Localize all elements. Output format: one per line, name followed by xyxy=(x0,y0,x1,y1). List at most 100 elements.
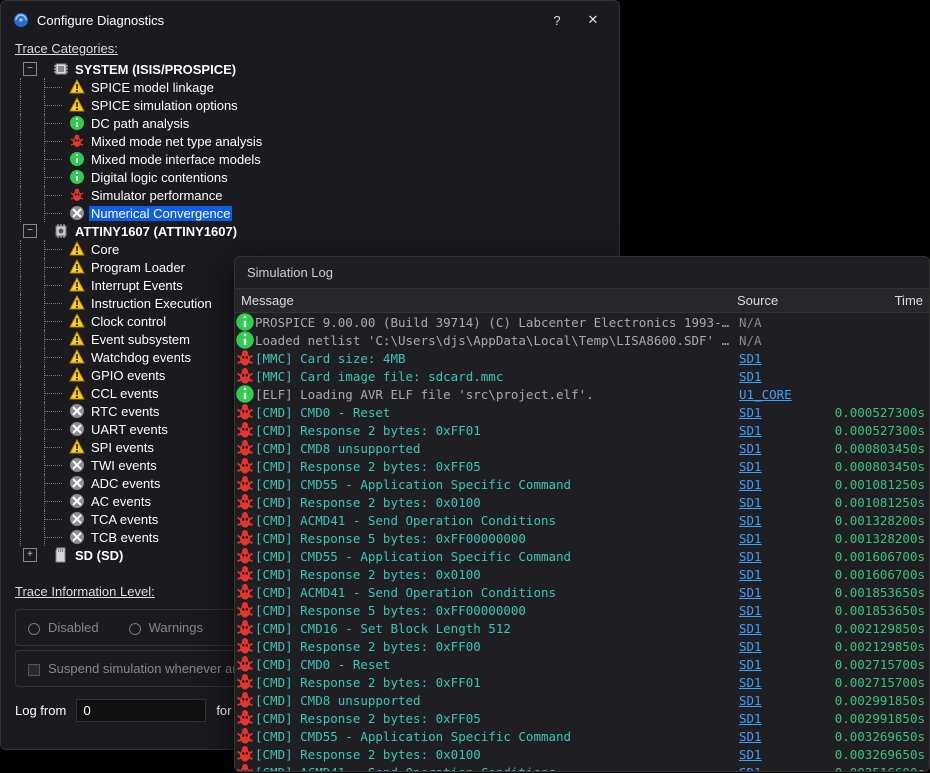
log-row[interactable]: [CMD] CMD0 - ResetSD10.000527300s xyxy=(235,403,929,421)
log-message: Loaded netlist 'C:\Users\djs\AppData\Loc… xyxy=(255,333,739,348)
tree-child[interactable]: Mixed mode net type analysis xyxy=(7,132,613,150)
log-source-link[interactable]: SD1 xyxy=(739,657,762,672)
tree-child[interactable]: SPICE simulation options xyxy=(7,96,613,114)
log-source-link[interactable]: SD1 xyxy=(739,639,762,654)
log-row[interactable]: [MMC] Card size: 4MBSD1 xyxy=(235,349,929,367)
log-time: 0.002129850s xyxy=(831,639,929,654)
log-row[interactable]: [CMD] CMD8 unsupportedSD10.000803450s xyxy=(235,439,929,457)
tree-parent[interactable]: −SYSTEM (ISIS/PROSPICE) xyxy=(7,60,613,78)
tree-child[interactable]: SPICE model linkage xyxy=(7,78,613,96)
log-source-link[interactable]: SD1 xyxy=(739,495,762,510)
log-row[interactable]: [MMC] Card image file: sdcard.mmcSD1 xyxy=(235,367,929,385)
tree-child[interactable]: Numerical Convergence xyxy=(7,204,613,222)
log-row[interactable]: [CMD] Response 5 bytes: 0xFF00000000SD10… xyxy=(235,529,929,547)
log-row[interactable]: [CMD] CMD55 - Application Specific Comma… xyxy=(235,727,929,745)
log-row[interactable]: [CMD] Response 2 bytes: 0x0100SD10.00108… xyxy=(235,493,929,511)
log-source-link[interactable]: SD1 xyxy=(739,531,762,546)
tree-child[interactable]: Simulator performance xyxy=(7,186,613,204)
log-from-label: Log from xyxy=(15,703,66,718)
log-source: SD1 xyxy=(739,675,831,690)
expand-toggle[interactable]: − xyxy=(23,224,37,238)
bug-icon xyxy=(235,456,255,476)
help-button[interactable]: ? xyxy=(543,9,571,31)
log-source-link[interactable]: SD1 xyxy=(739,693,762,708)
log-source-link[interactable]: SD1 xyxy=(739,567,762,582)
log-row[interactable]: [CMD] ACMD41 - Send Operation Conditions… xyxy=(235,583,929,601)
warn-icon xyxy=(69,295,85,311)
log-message: PROSPICE 9.00.00 (Build 39714) (C) Labce… xyxy=(255,315,739,330)
log-row[interactable]: [CMD] CMD0 - ResetSD10.002715700s xyxy=(235,655,929,673)
log-from-input[interactable] xyxy=(76,699,206,722)
close-button[interactable]: ✕ xyxy=(579,9,607,31)
expand-toggle[interactable]: + xyxy=(23,548,37,562)
off-icon xyxy=(69,529,85,545)
log-message: [CMD] Response 2 bytes: 0xFF01 xyxy=(255,423,739,438)
tree-node-label: SD (SD) xyxy=(73,548,125,563)
log-source-link[interactable]: SD1 xyxy=(739,747,762,762)
log-source-link[interactable]: SD1 xyxy=(739,405,762,420)
log-row[interactable]: [CMD] ACMD41 - Send Operation Conditions… xyxy=(235,511,929,529)
log-source-link[interactable]: SD1 xyxy=(739,729,762,744)
log-source-link[interactable]: SD1 xyxy=(739,765,762,772)
log-row[interactable]: [CMD] CMD55 - Application Specific Comma… xyxy=(235,547,929,565)
log-source-link[interactable]: SD1 xyxy=(739,369,762,384)
log-row[interactable]: Loaded netlist 'C:\Users\djs\AppData\Loc… xyxy=(235,331,929,349)
tree-child[interactable]: DC path analysis xyxy=(7,114,613,132)
log-row[interactable]: [CMD] Response 2 bytes: 0x0100SD10.00160… xyxy=(235,565,929,583)
log-source-link[interactable]: SD1 xyxy=(739,441,762,456)
tree-node-label: TCB events xyxy=(89,530,161,545)
log-row[interactable]: [CMD] CMD8 unsupportedSD10.002991850s xyxy=(235,691,929,709)
tree-node-label: Mixed mode interface models xyxy=(89,152,263,167)
log-message: [CMD] Response 2 bytes: 0xFF00 xyxy=(255,639,739,654)
log-source-link[interactable]: SD1 xyxy=(739,711,762,726)
log-source-link[interactable]: SD1 xyxy=(739,549,762,564)
log-row[interactable]: PROSPICE 9.00.00 (Build 39714) (C) Labce… xyxy=(235,313,929,331)
log-row[interactable]: [CMD] Response 5 bytes: 0xFF00000000SD10… xyxy=(235,601,929,619)
log-source-link[interactable]: SD1 xyxy=(739,513,762,528)
log-row[interactable]: [CMD] Response 2 bytes: 0xFF05SD10.00299… xyxy=(235,709,929,727)
log-source-link[interactable]: SD1 xyxy=(739,675,762,690)
log-source: SD1 xyxy=(739,459,831,474)
warn-icon xyxy=(69,259,85,275)
bug-icon xyxy=(235,492,255,512)
tree-child[interactable]: Digital logic contentions xyxy=(7,168,613,186)
log-source-link[interactable]: U1_CORE xyxy=(739,387,792,402)
expand-toggle[interactable]: − xyxy=(23,62,37,76)
log-col-source[interactable]: Source xyxy=(731,289,823,312)
log-source-link[interactable]: SD1 xyxy=(739,621,762,636)
log-row[interactable]: [CMD] Response 2 bytes: 0xFF01SD10.00271… xyxy=(235,673,929,691)
tree-child[interactable]: Mixed mode interface models xyxy=(7,150,613,168)
log-row[interactable]: [ELF] Loading AVR ELF file 'src\project.… xyxy=(235,385,929,403)
log-col-message[interactable]: Message xyxy=(235,289,731,312)
log-row[interactable]: [CMD] Response 2 bytes: 0xFF05SD10.00080… xyxy=(235,457,929,475)
off-icon xyxy=(69,457,85,473)
bug-icon xyxy=(69,187,85,203)
log-time: 0.002991850s xyxy=(831,711,929,726)
log-row[interactable]: [CMD] Response 2 bytes: 0xFF01SD10.00052… xyxy=(235,421,929,439)
log-source-link[interactable]: SD1 xyxy=(739,477,762,492)
radio-disabled[interactable]: Disabled xyxy=(28,620,99,635)
log-source-link[interactable]: SD1 xyxy=(739,459,762,474)
log-row[interactable]: [CMD] Response 2 bytes: 0x0100SD10.00326… xyxy=(235,745,929,763)
bug-icon xyxy=(69,133,85,149)
tree-node-label: GPIO events xyxy=(89,368,167,383)
log-row[interactable]: [CMD] Response 2 bytes: 0xFF00SD1 0.00212… xyxy=(235,637,929,655)
log-message: [CMD] CMD55 - Application Specific Comma… xyxy=(255,477,739,492)
log-row[interactable]: [CMD] CMD16 - Set Block Length 512SD10.0… xyxy=(235,619,929,637)
bug-icon xyxy=(235,708,255,728)
log-row[interactable]: [CMD] ACMD41 - Send Operation Conditions… xyxy=(235,763,929,771)
log-source-link[interactable]: SD1 xyxy=(739,603,762,618)
radio-warnings[interactable]: Warnings xyxy=(129,620,203,635)
log-col-time[interactable]: Time xyxy=(823,289,929,312)
log-message: [CMD] CMD8 unsupported xyxy=(255,693,739,708)
tree-node-label: RTC events xyxy=(89,404,161,419)
log-message: [CMD] CMD8 unsupported xyxy=(255,441,739,456)
log-source: SD1 xyxy=(739,369,831,384)
log-source-link[interactable]: SD1 xyxy=(739,351,762,366)
tree-parent[interactable]: −ATTINY1607 (ATTINY1607) xyxy=(7,222,613,240)
log-body[interactable]: PROSPICE 9.00.00 (Build 39714) (C) Labce… xyxy=(235,313,929,771)
log-message: [CMD] CMD16 - Set Block Length 512 xyxy=(255,621,739,636)
log-row[interactable]: [CMD] CMD55 - Application Specific Comma… xyxy=(235,475,929,493)
log-source-link[interactable]: SD1 xyxy=(739,585,762,600)
log-source-link[interactable]: SD1 xyxy=(739,423,762,438)
